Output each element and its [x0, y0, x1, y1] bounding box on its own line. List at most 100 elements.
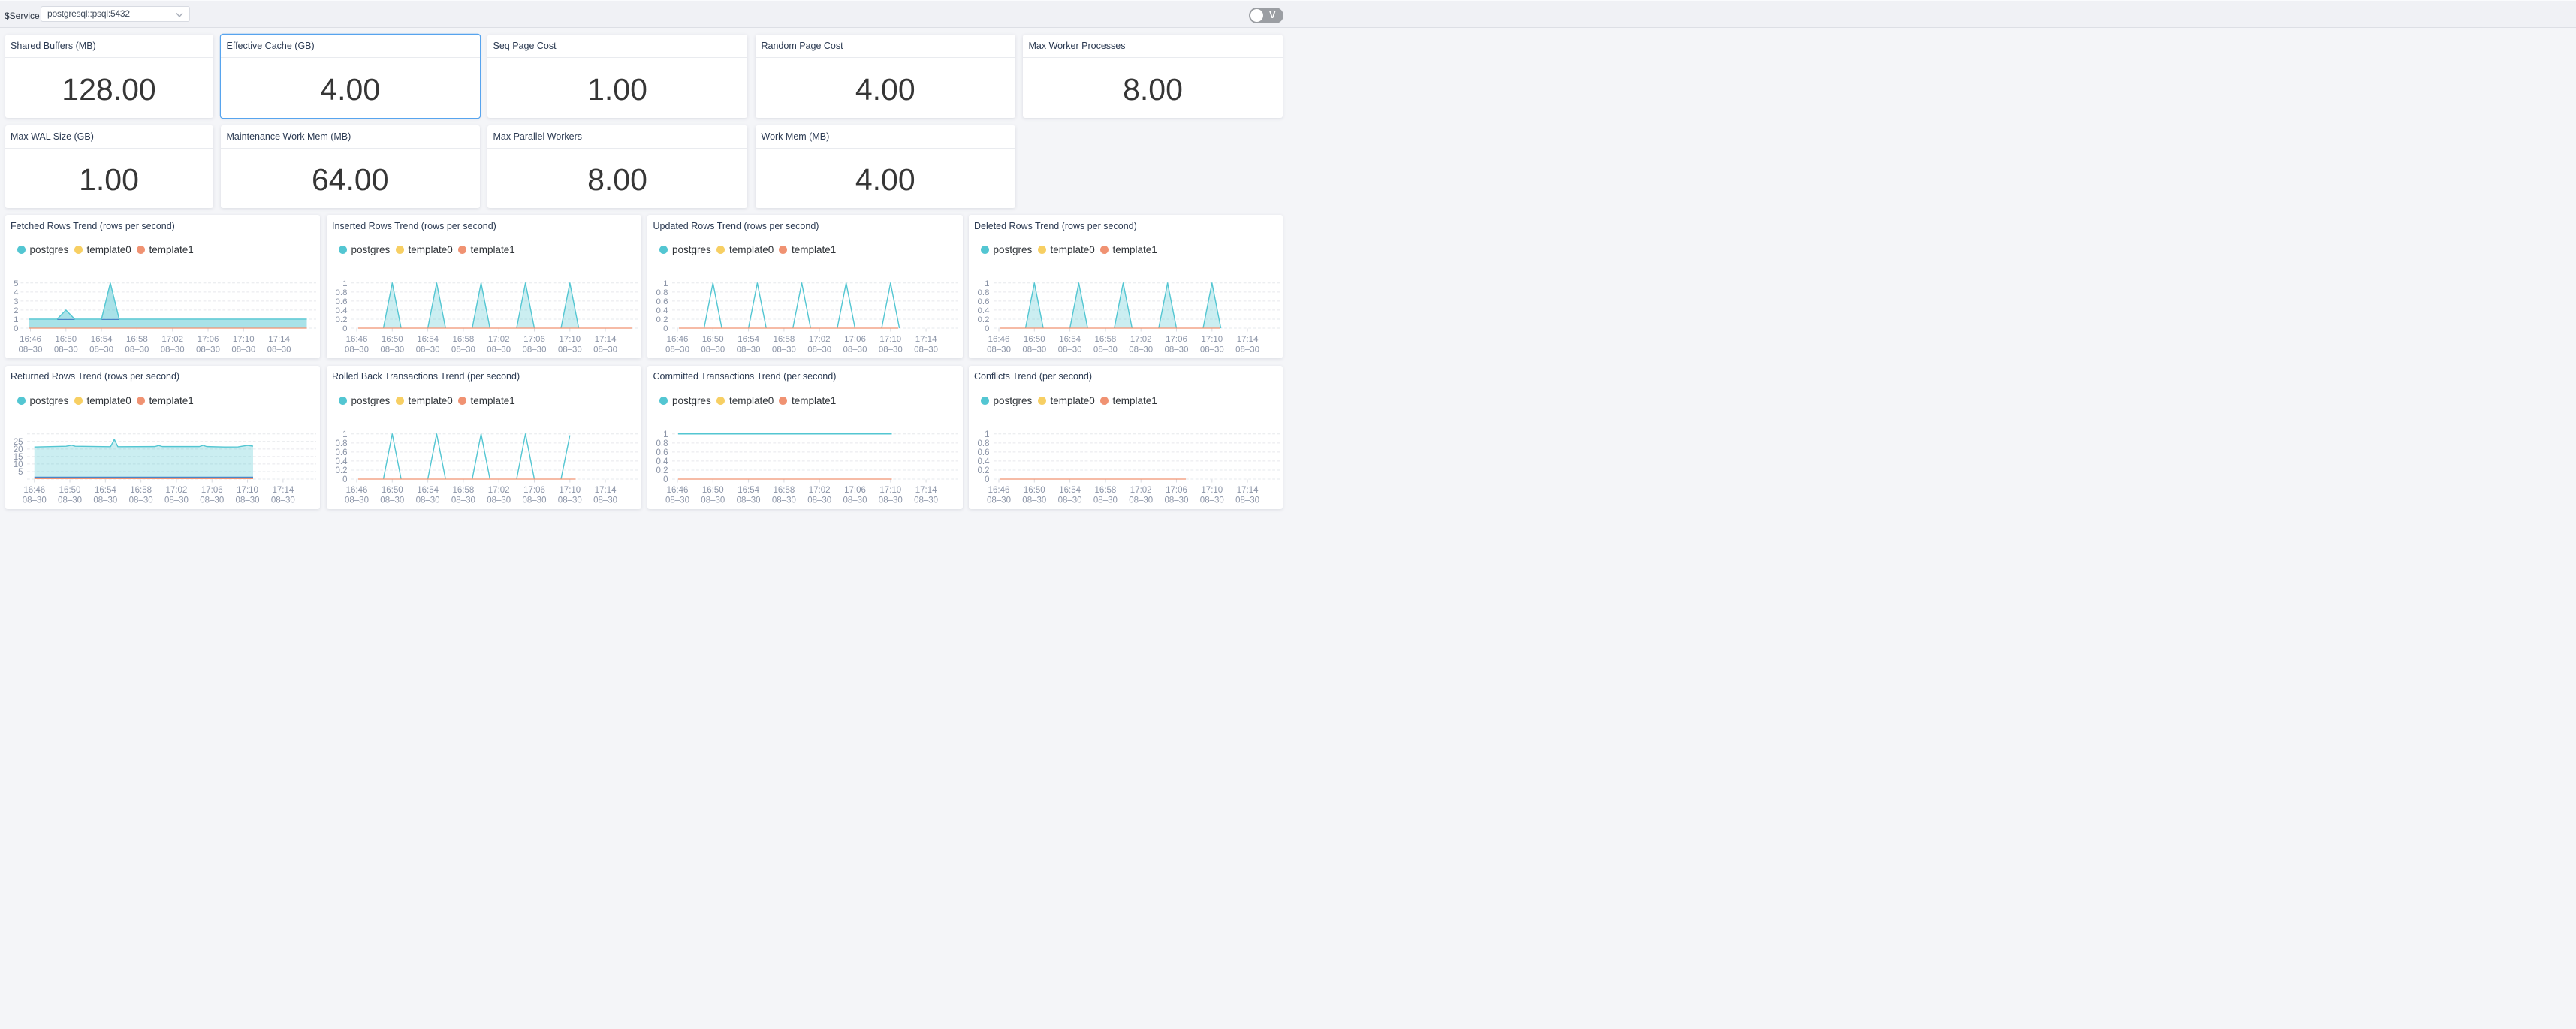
svg-text:08–30: 08–30 [200, 496, 224, 505]
svg-text:1: 1 [14, 315, 18, 324]
svg-text:08–30: 08–30 [22, 496, 46, 505]
svg-text:08–30: 08–30 [380, 346, 404, 355]
svg-text:08–30: 08–30 [914, 346, 938, 355]
svg-text:08–30: 08–30 [53, 346, 77, 355]
svg-text:17:14: 17:14 [1236, 336, 1258, 345]
svg-text:17:02: 17:02 [809, 336, 831, 345]
svg-text:08–30: 08–30 [987, 346, 1011, 355]
svg-text:17:02: 17:02 [487, 336, 509, 345]
svg-text:0.6: 0.6 [977, 448, 989, 457]
svg-text:08–30: 08–30 [125, 346, 149, 355]
svg-text:16:46: 16:46 [988, 486, 1009, 495]
svg-text:17:10: 17:10 [232, 336, 254, 345]
svg-text:0.8: 0.8 [656, 439, 668, 448]
svg-text:17:06: 17:06 [1166, 486, 1187, 495]
svg-text:08–30: 08–30 [522, 496, 546, 505]
svg-text:08–30: 08–30 [1022, 346, 1046, 355]
svg-text:16:46: 16:46 [20, 336, 41, 345]
svg-text:16:50: 16:50 [59, 486, 80, 495]
svg-text:0.4: 0.4 [656, 306, 669, 315]
svg-text:16:54: 16:54 [738, 486, 759, 495]
svg-text:08–30: 08–30 [487, 346, 511, 355]
svg-text:08–30: 08–30 [1022, 496, 1046, 505]
svg-text:16:54: 16:54 [94, 486, 116, 495]
svg-text:08–30: 08–30 [1199, 496, 1223, 505]
svg-text:0: 0 [663, 475, 668, 484]
svg-text:08–30: 08–30 [164, 496, 188, 505]
svg-text:08–30: 08–30 [196, 346, 220, 355]
svg-text:08–30: 08–30 [1057, 496, 1081, 505]
svg-text:16:50: 16:50 [1023, 336, 1045, 345]
svg-text:0: 0 [663, 324, 668, 333]
svg-text:17:14: 17:14 [594, 486, 616, 495]
svg-text:5: 5 [18, 468, 23, 477]
svg-text:16:54: 16:54 [738, 336, 759, 345]
svg-text:0.6: 0.6 [656, 448, 668, 457]
svg-text:17:06: 17:06 [523, 336, 545, 345]
svg-text:0.2: 0.2 [656, 315, 668, 324]
svg-text:16:54: 16:54 [1059, 486, 1081, 495]
svg-text:16:58: 16:58 [452, 336, 474, 345]
svg-text:16:58: 16:58 [1094, 486, 1116, 495]
svg-text:08–30: 08–30 [380, 496, 404, 505]
svg-text:17:10: 17:10 [1201, 336, 1223, 345]
svg-text:0.8: 0.8 [656, 288, 668, 297]
svg-text:08–30: 08–30 [58, 496, 82, 505]
svg-text:1: 1 [342, 279, 347, 288]
svg-text:17:06: 17:06 [523, 486, 545, 495]
svg-text:16:50: 16:50 [702, 336, 724, 345]
svg-text:08–30: 08–30 [1093, 496, 1117, 505]
svg-text:16:46: 16:46 [667, 486, 689, 495]
svg-text:17:02: 17:02 [487, 486, 509, 495]
svg-text:17:10: 17:10 [1201, 486, 1223, 495]
svg-text:08–30: 08–30 [1235, 346, 1259, 355]
svg-text:16:50: 16:50 [55, 336, 77, 345]
svg-text:17:06: 17:06 [197, 336, 219, 345]
svg-text:08–30: 08–30 [843, 496, 867, 505]
svg-text:08–30: 08–30 [879, 346, 903, 355]
svg-text:17:10: 17:10 [237, 486, 258, 495]
svg-text:2: 2 [14, 306, 18, 315]
svg-text:1: 1 [663, 430, 668, 439]
svg-text:0.6: 0.6 [335, 448, 347, 457]
svg-text:16:50: 16:50 [381, 486, 403, 495]
svg-text:17:14: 17:14 [915, 336, 937, 345]
svg-text:08–30: 08–30 [235, 496, 259, 505]
svg-text:08–30: 08–30 [772, 496, 796, 505]
svg-text:3: 3 [14, 297, 18, 306]
svg-text:16:50: 16:50 [1023, 486, 1045, 495]
svg-text:0.6: 0.6 [656, 297, 668, 306]
svg-text:1: 1 [663, 279, 668, 288]
svg-text:0.4: 0.4 [335, 457, 348, 466]
svg-text:0.2: 0.2 [977, 466, 989, 475]
svg-text:0.2: 0.2 [335, 315, 347, 324]
svg-text:1: 1 [342, 430, 347, 439]
svg-text:08–30: 08–30 [522, 346, 546, 355]
svg-text:08–30: 08–30 [1164, 346, 1188, 355]
svg-text:08–30: 08–30 [807, 496, 831, 505]
svg-text:16:46: 16:46 [345, 486, 367, 495]
svg-text:08–30: 08–30 [593, 496, 617, 505]
svg-text:17:10: 17:10 [879, 486, 901, 495]
svg-text:17:10: 17:10 [879, 336, 901, 345]
svg-text:0.2: 0.2 [656, 466, 668, 475]
svg-text:4: 4 [14, 288, 19, 297]
svg-text:0.4: 0.4 [977, 457, 990, 466]
svg-text:16:54: 16:54 [90, 336, 112, 345]
svg-text:16:46: 16:46 [667, 336, 689, 345]
svg-text:08–30: 08–30 [18, 346, 42, 355]
svg-text:17:06: 17:06 [844, 336, 866, 345]
svg-text:08–30: 08–30 [843, 346, 867, 355]
svg-text:17:10: 17:10 [559, 486, 581, 495]
svg-text:17:06: 17:06 [844, 486, 866, 495]
svg-text:08–30: 08–30 [451, 346, 475, 355]
svg-text:17:14: 17:14 [272, 486, 294, 495]
svg-text:16:58: 16:58 [452, 486, 474, 495]
svg-text:0.4: 0.4 [656, 457, 669, 466]
svg-text:17:02: 17:02 [809, 486, 831, 495]
svg-text:17:14: 17:14 [594, 336, 616, 345]
svg-text:0: 0 [985, 475, 989, 484]
svg-text:16:58: 16:58 [126, 336, 148, 345]
svg-text:0.2: 0.2 [977, 315, 989, 324]
svg-text:08–30: 08–30 [451, 496, 475, 505]
